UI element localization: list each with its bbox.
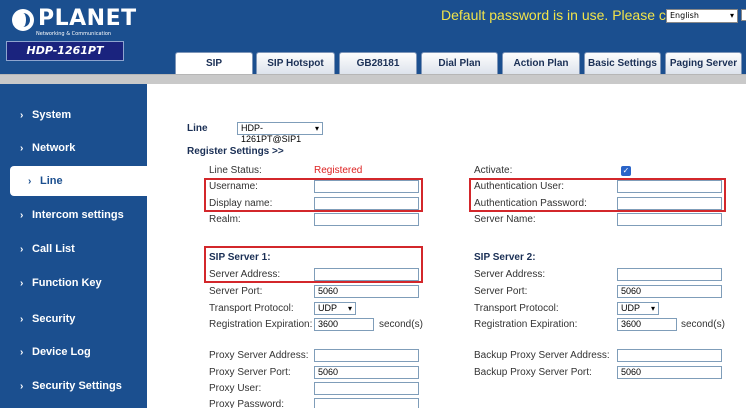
proxy-server-address-field[interactable] [314,349,419,362]
tab-basic-settings[interactable]: Basic Settings [584,52,661,74]
line-settings-panel: Line HDP-1261PT@SIP1 ▾ Register Settings… [147,84,746,408]
backup-proxy-server-port-field[interactable]: 5060 [617,366,722,379]
line-status-label: Line Status: [209,165,262,176]
proxy-user-field[interactable] [314,382,419,395]
activate-label: Activate: [474,165,513,176]
sip1-server-port-field[interactable]: 5060 [314,285,419,298]
sip1-server-port-label: Server Port: [209,286,263,297]
planet-logo-icon [12,9,34,31]
chevron-right-icon: › [20,210,24,221]
chevron-right-icon: › [28,176,32,187]
chevron-right-icon: › [20,381,24,392]
sip2-transport-protocol-label: Transport Protocol: [474,303,559,314]
server-name-field[interactable] [617,213,722,226]
chevron-right-icon: › [20,244,24,255]
sip2-server-port-field[interactable]: 5060 [617,285,722,298]
logo-subtitle: Networking & Communication [36,31,112,37]
sidebar-item-label: Network [32,142,76,154]
sidebar-item-label: Device Log [32,346,91,358]
backup-proxy-server-address-label: Backup Proxy Server Address: [474,350,610,361]
sip2-registration-expiration-label: Registration Expiration: [474,319,578,330]
sidebar-item-system[interactable]: › System [0,100,147,130]
chevron-down-icon: ▾ [650,304,655,313]
realm-label: Realm: [209,214,241,225]
sip2-transport-protocol-select[interactable]: UDP ▾ [617,302,659,315]
language-select-value: English [670,11,699,20]
sip2-transport-value: UDP [621,303,641,313]
sip-server-2-title: SIP Server 2: [474,252,536,263]
sidebar-item-function-key[interactable]: › Function Key [0,268,147,298]
sip1-transport-protocol-label: Transport Protocol: [209,303,294,314]
proxy-server-port-field[interactable]: 5060 [314,366,419,379]
tab-paging-server[interactable]: Paging Server [665,52,742,74]
sip1-transport-value: UDP [318,303,338,313]
sip2-expiration-unit: second(s) [681,319,725,330]
tab-sip[interactable]: SIP [175,52,253,74]
sip2-server-port-label: Server Port: [474,286,528,297]
line-select[interactable]: HDP-1261PT@SIP1 ▾ [237,122,323,144]
proxy-user-label: Proxy User: [209,383,262,394]
line-label: Line [187,123,208,134]
model-name: HDP-1261PT [6,41,124,61]
username-display-highlight [204,178,423,212]
sidebar-item-call-list[interactable]: › Call List [0,234,147,264]
proxy-server-port-label: Proxy Server Port: [209,367,291,378]
proxy-password-label: Proxy Password: [209,399,285,408]
chevron-right-icon: › [20,347,24,358]
sidebar-item-label: Function Key [32,277,102,289]
tab-gb28181[interactable]: GB28181 [339,52,417,74]
backup-proxy-server-port-label: Backup Proxy Server Port: [474,367,592,378]
sidebar-item-label: Security Settings [32,380,122,392]
planet-logo: PLANET Networking & Communication [12,7,136,37]
sip2-server-address-field[interactable] [617,268,722,281]
logo-text: PLANET [38,6,137,31]
header-checkbox[interactable] [741,9,746,21]
chevron-right-icon: › [20,314,24,325]
sip1-expiration-unit: second(s) [379,319,423,330]
sidebar-item-label: System [32,109,72,121]
sip1-server-address-label: Server Address: [209,269,281,280]
sidebar-item-device-log[interactable]: › Device Log [0,337,147,367]
sidebar: › System › Network › Line › Intercom setting… [0,84,147,408]
header-bar: PLANET Networking & Communication HDP-12… [0,0,746,74]
sidebar-item-security-settings[interactable]: › Security Settings [0,371,147,401]
sip-server-1-title: SIP Server 1: [209,252,271,263]
realm-field[interactable] [314,213,419,226]
tab-dial-plan[interactable]: Dial Plan [421,52,498,74]
sip2-registration-expiration-field[interactable]: 3600 [617,318,677,331]
line-select-value: HDP-1261PT@SIP1 [241,123,302,144]
sip1-server-address-field[interactable] [314,268,419,281]
chevron-right-icon: › [20,143,24,154]
sip1-registration-expiration-field[interactable]: 3600 [314,318,374,331]
tab-action-plan[interactable]: Action Plan [502,52,580,74]
sidebar-item-label: Intercom settings [32,209,124,221]
sidebar-item-security[interactable]: › Security [0,304,147,334]
register-settings-title[interactable]: Register Settings >> [187,146,284,158]
sidebar-item-intercom-settings[interactable]: › Intercom settings [0,200,147,230]
sip1-registration-expiration-label: Registration Expiration: [209,319,313,330]
header-divider-band [0,74,746,84]
backup-proxy-server-address-field[interactable] [617,349,722,362]
chevron-down-icon: ▾ [729,11,734,20]
sip2-server-address-label: Server Address: [474,269,546,280]
line-status-value: Registered [314,165,363,176]
chevron-right-icon: › [20,110,24,121]
sidebar-item-label: Security [32,313,76,325]
chevron-down-icon: ▾ [314,124,319,133]
language-select[interactable]: English ▾ [666,9,738,23]
server-name-label: Server Name: [474,214,536,225]
sidebar-item-line[interactable]: › Line [10,166,147,196]
sip1-transport-protocol-select[interactable]: UDP ▾ [314,302,356,315]
chevron-down-icon: ▾ [347,304,352,313]
sidebar-item-label: Call List [32,243,75,255]
proxy-password-field[interactable] [314,398,419,408]
chevron-right-icon: › [20,278,24,289]
sidebar-item-label: Line [40,175,63,187]
activate-checkbox[interactable]: ✓ [621,166,631,176]
sidebar-item-network[interactable]: › Network [0,133,147,163]
proxy-server-address-label: Proxy Server Address: [209,350,309,361]
check-icon: ✓ [622,166,630,175]
tab-sip-hotspot[interactable]: SIP Hotspot [256,52,335,74]
authentication-highlight [469,178,726,212]
